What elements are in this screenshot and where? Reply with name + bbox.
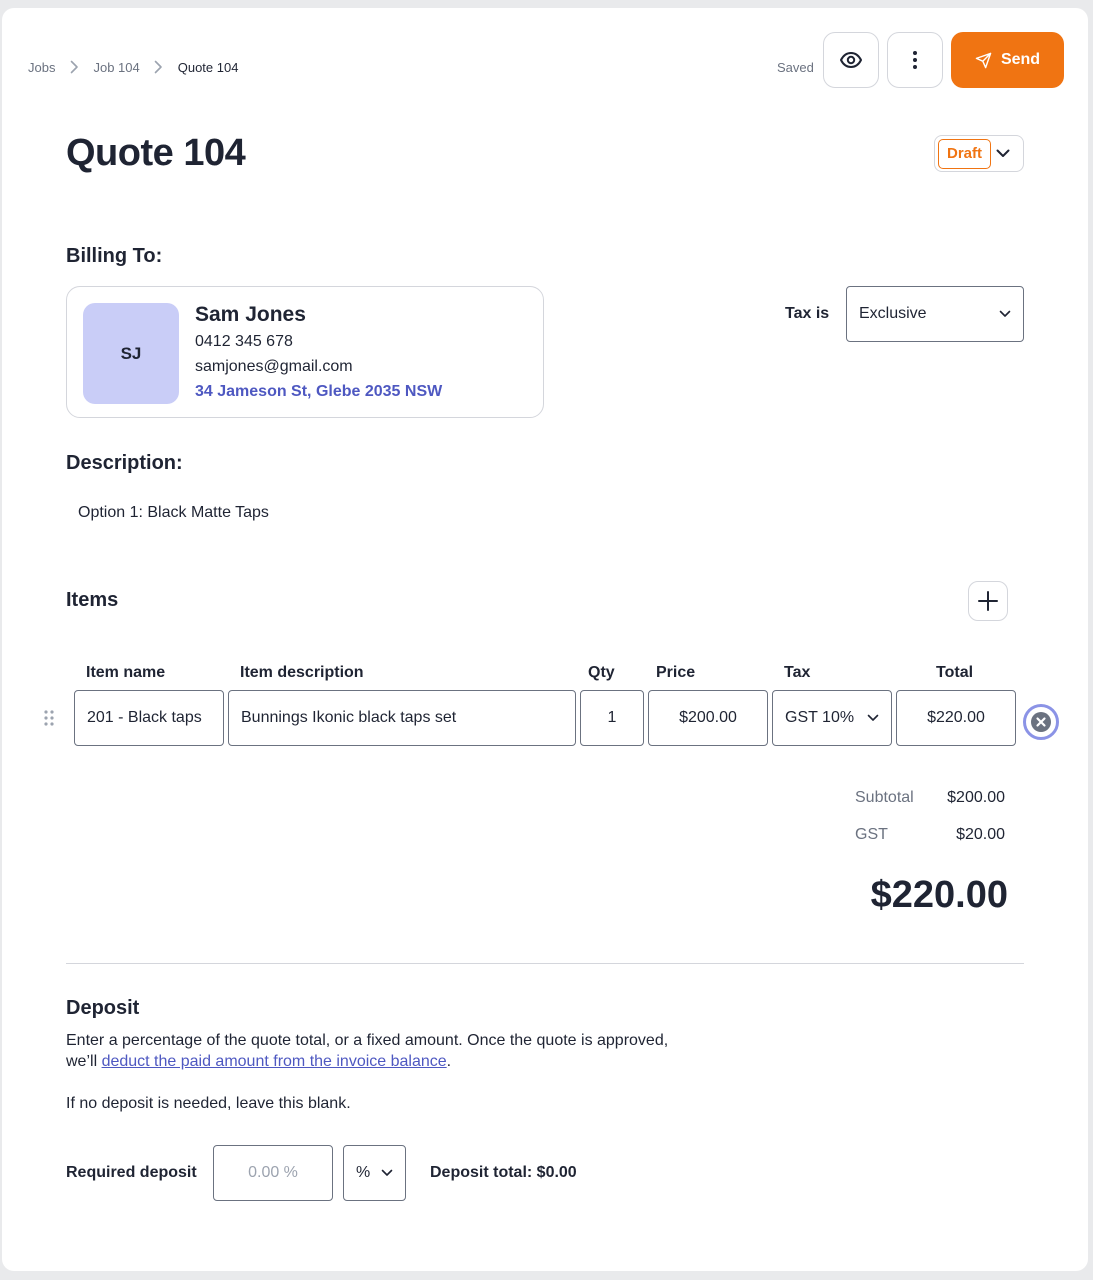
status-dropdown[interactable]: Draft [934,135,1024,172]
deposit-total: Deposit total: $0.00 [430,1164,577,1181]
chevron-down-icon [996,149,1010,158]
tax-mode-select[interactable]: Exclusive [846,286,1024,342]
breadcrumb-jobs[interactable]: Jobs [28,60,55,75]
column-tax: Tax [784,664,811,681]
breadcrumb-job[interactable]: Job 104 [93,60,139,75]
client-name: Sam Jones [195,303,306,326]
preview-button[interactable] [823,32,879,88]
tax-mode-value: Exclusive [859,305,927,322]
description-heading: Description: [66,452,183,474]
item-tax-select[interactable]: GST 10% [772,690,892,746]
item-total-field: $220.00 [896,690,1016,746]
chevron-down-icon [867,709,879,727]
deposit-description-line1: Enter a percentage of the quote total, o… [66,1032,669,1049]
column-total: Total [936,664,974,681]
billing-heading: Billing To: [66,245,163,267]
client-card[interactable]: SJ Sam Jones 0412 345 678 samjones@gmail… [66,286,544,418]
close-circle-icon [1031,712,1051,732]
deposit-unit-select[interactable]: % [343,1145,406,1201]
column-item-name: Item name [86,664,166,681]
chevron-right-icon [63,59,85,75]
section-divider [66,963,1024,964]
quote-editor-card: Jobs Job 104 Quote 104 Saved Send Quote … [2,8,1088,1271]
chevron-right-icon [148,59,170,75]
deposit-description-line2: we’ll deduct the paid amount from the in… [66,1051,668,1072]
avatar: SJ [83,303,179,404]
add-item-button[interactable] [968,581,1008,621]
deposit-description: Enter a percentage of the quote total, o… [66,1030,668,1072]
paper-plane-icon [975,52,992,68]
item-description-input[interactable]: Bunnings Ikonic black taps set [228,690,576,746]
item-price-input[interactable]: $200.00 [648,690,768,746]
more-vertical-icon [913,51,917,69]
remove-item-button[interactable] [1023,704,1059,740]
item-qty-input[interactable]: 1 [580,690,644,746]
drag-handle-icon[interactable] [44,710,54,731]
grand-total: $220.00 [870,874,1008,916]
deposit-amount-input[interactable]: 0.00 % [213,1145,333,1201]
plus-icon [978,591,998,611]
breadcrumb-current: Quote 104 [177,59,239,75]
description-text[interactable]: Option 1: Black Matte Taps [78,504,269,522]
breadcrumb: Jobs Job 104 Quote 104 [28,59,238,75]
eye-icon [840,52,862,68]
more-options-button[interactable] [887,32,943,88]
items-heading: Items [66,589,119,611]
deposit-blank-note: If no deposit is needed, leave this blan… [66,1095,351,1112]
deposit-unit-value: % [356,1164,371,1181]
subtotal-value: $200.00 [947,789,1005,806]
required-deposit-label: Required deposit [66,1164,197,1181]
item-tax-value: GST 10% [785,709,855,726]
deposit-heading: Deposit [66,997,140,1019]
gst-label: GST [855,826,888,843]
send-label: Send [1000,51,1041,68]
deposit-text-prefix: we’ll [66,1053,102,1070]
client-email: samjones@gmail.com [195,358,353,375]
chevron-down-icon [381,1164,393,1182]
page-title: Quote 104 [66,132,246,174]
send-button[interactable]: Send [951,32,1064,88]
deposit-help-link[interactable]: deduct the paid amount from the invoice … [102,1053,447,1070]
status-badge: Draft [938,138,992,169]
column-item-description: Item description [240,664,364,681]
column-qty: Qty [588,664,615,681]
saved-status: Saved [777,60,814,75]
tax-mode-label: Tax is [785,305,830,322]
gst-value: $20.00 [956,826,1005,843]
client-phone: 0412 345 678 [195,333,293,350]
item-name-input[interactable]: 201 - Black taps [74,690,224,746]
client-address[interactable]: 34 Jameson St, Glebe 2035 NSW [195,383,442,401]
chevron-down-icon [999,305,1011,323]
deposit-text-suffix: . [446,1053,452,1070]
column-price: Price [656,664,696,681]
